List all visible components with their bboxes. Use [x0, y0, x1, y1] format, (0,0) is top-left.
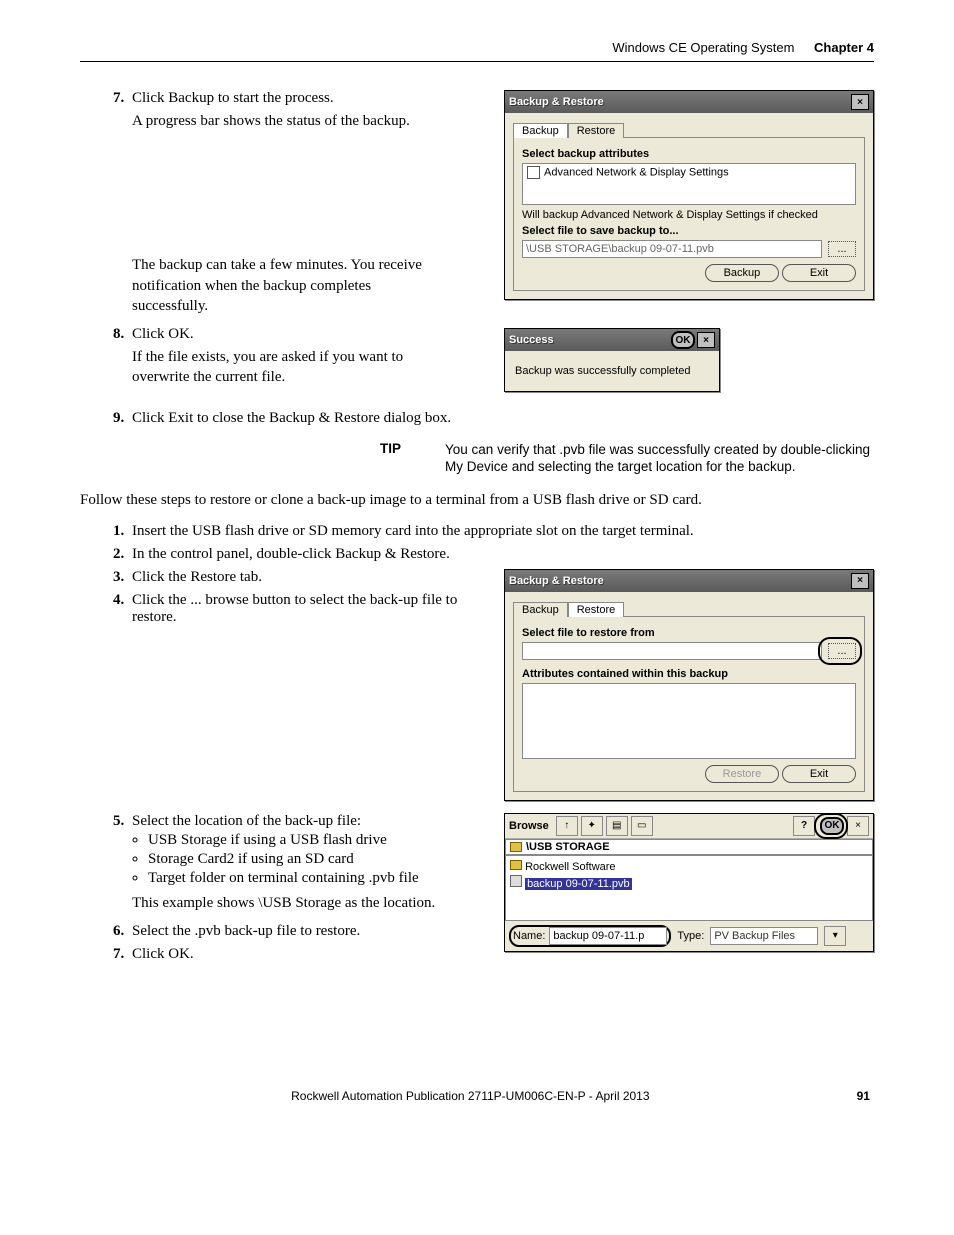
- step-b3: Click the Restore tab.: [128, 569, 484, 586]
- dialog-backup-title: Backup & Restore: [509, 96, 849, 108]
- type-field[interactable]: PV Backup Files: [710, 927, 818, 945]
- close-icon[interactable]: ×: [851, 573, 869, 589]
- browse-title: Browse: [509, 820, 549, 832]
- selected-file[interactable]: backup 09-07-11.pvb: [525, 878, 632, 890]
- restore-path-field[interactable]: [522, 642, 822, 660]
- folder-icon: [510, 842, 522, 852]
- dialog-browse: Browse ↑ ✦ ▤ ▭ ? OK × \USB STORAGE: [504, 813, 874, 952]
- restore-button[interactable]: Restore: [705, 765, 779, 783]
- step-9: Click Exit to close the Backup & Restore…: [128, 410, 874, 427]
- browse-location[interactable]: \USB STORAGE: [505, 839, 873, 855]
- step-b4: Click the ... browse button to select th…: [128, 592, 484, 626]
- footer-publication: Rockwell Automation Publication 2711P-UM…: [291, 1089, 649, 1103]
- page-number: 91: [857, 1089, 870, 1103]
- step-7-sub: A progress bar shows the status of the b…: [132, 111, 422, 131]
- header-chapter: Chapter 4: [814, 40, 874, 55]
- browse-file-list[interactable]: Rockwell Software backup 09-07-11.pvb: [505, 855, 873, 921]
- dialog-restore: Backup & Restore × BackupRestore Select …: [504, 569, 874, 801]
- dialog-success-title: Success: [509, 334, 669, 346]
- page-header: Windows CE Operating System Chapter 4: [80, 40, 874, 62]
- callout-circle-icon: Name: backup 09-07-11.p: [509, 925, 671, 947]
- follow-paragraph: Follow these steps to restore or clone a…: [80, 492, 874, 509]
- callout-circle-icon: [818, 637, 862, 665]
- close-icon[interactable]: ×: [847, 816, 869, 836]
- page-footer: Rockwell Automation Publication 2711P-UM…: [80, 1089, 874, 1103]
- help-icon[interactable]: ?: [793, 816, 815, 836]
- step-7-note: The backup can take a few minutes. You r…: [132, 255, 422, 316]
- step-b7: Click OK.: [128, 946, 484, 963]
- tip-block: TIP You can verify that .pvb file was su…: [380, 441, 874, 476]
- tip-text: You can verify that .pvb file was succes…: [445, 441, 874, 476]
- backup-hint: Will backup Advanced Network & Display S…: [522, 209, 856, 221]
- exit-button[interactable]: Exit: [782, 765, 856, 783]
- close-icon[interactable]: ×: [697, 332, 715, 348]
- bullet-usb: USB Storage if using a USB flash drive: [148, 832, 484, 849]
- dropdown-icon[interactable]: ▾: [824, 926, 846, 946]
- label-select-file: Select file to save backup to...: [522, 225, 856, 237]
- header-section: Windows CE Operating System: [612, 40, 794, 55]
- step-b1: Insert the USB flash drive or SD memory …: [128, 523, 874, 540]
- backup-path-field[interactable]: \USB STORAGE\backup 09-07-11.pvb: [522, 240, 822, 258]
- checkbox-icon[interactable]: [527, 166, 540, 179]
- tab-restore[interactable]: Restore: [568, 123, 625, 138]
- dialog-backup: Backup & Restore × BackupRestore Select …: [504, 90, 874, 300]
- step-b2: In the control panel, double-click Backu…: [128, 546, 874, 563]
- step-b5: Select the location of the back-up file:…: [128, 813, 484, 913]
- label-restore-from: Select file to restore from: [522, 627, 856, 639]
- details-view-icon[interactable]: ▤: [606, 816, 628, 836]
- tab-backup[interactable]: Backup: [513, 602, 568, 617]
- attributes-listbox[interactable]: Advanced Network & Display Settings: [522, 163, 856, 205]
- callout-circle-icon: [814, 813, 848, 839]
- name-field[interactable]: backup 09-07-11.p: [549, 927, 667, 945]
- step-8-sub: If the file exists, you are asked if you…: [132, 347, 422, 388]
- new-folder-icon[interactable]: ✦: [581, 816, 603, 836]
- dialog-restore-title: Backup & Restore: [509, 575, 849, 587]
- tab-restore[interactable]: Restore: [568, 602, 625, 617]
- file-icon: [510, 875, 522, 887]
- tip-label: TIP: [380, 441, 401, 476]
- success-message: Backup was successfully completed: [515, 365, 690, 377]
- list-view-icon[interactable]: ▭: [631, 816, 653, 836]
- dialog-success: Success OK × Backup was successfully com…: [504, 328, 720, 392]
- label-attributes: Attributes contained within this backup: [522, 668, 856, 680]
- step-7: Click Backup to start the process. A pro…: [128, 90, 484, 316]
- bullet-sd: Storage Card2 if using an SD card: [148, 851, 484, 868]
- step-b6: Select the .pvb back-up file to restore.: [128, 923, 484, 940]
- step-b5-note: This example shows \USB Storage as the l…: [132, 893, 484, 913]
- tab-backup[interactable]: Backup: [513, 123, 568, 138]
- browse-button[interactable]: ...: [828, 241, 856, 257]
- exit-button[interactable]: Exit: [782, 264, 856, 282]
- restore-attributes-listbox[interactable]: [522, 683, 856, 759]
- backup-button[interactable]: Backup: [705, 264, 779, 282]
- step-8: Click OK. If the file exists, you are as…: [128, 326, 484, 388]
- up-folder-icon[interactable]: ↑: [556, 816, 578, 836]
- folder-icon: [510, 860, 522, 870]
- ok-button[interactable]: OK: [671, 331, 695, 349]
- close-icon[interactable]: ×: [851, 94, 869, 110]
- label-select-attributes: Select backup attributes: [522, 148, 856, 160]
- bullet-target: Target folder on terminal containing .pv…: [148, 870, 484, 887]
